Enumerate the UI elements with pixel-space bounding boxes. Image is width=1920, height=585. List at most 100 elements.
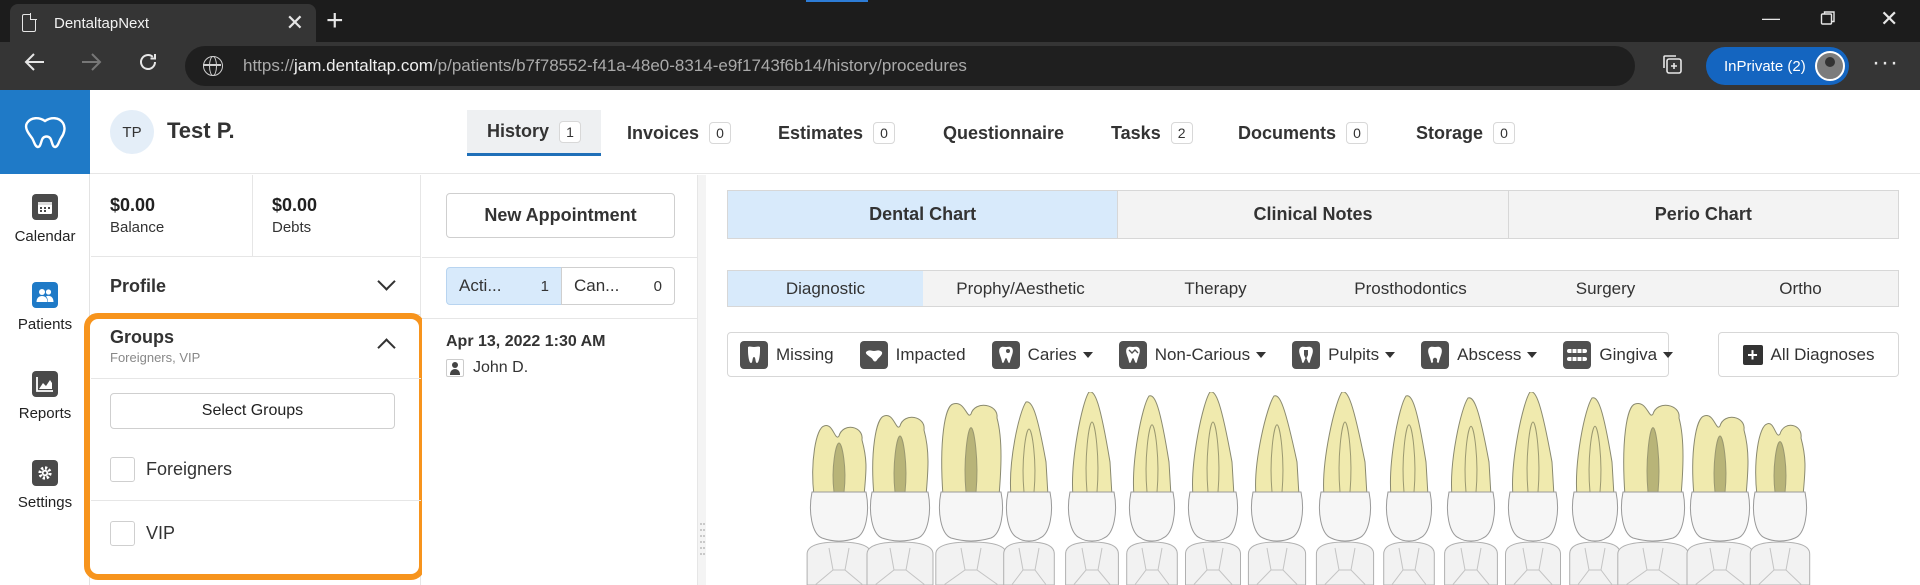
tooth[interactable] bbox=[1126, 395, 1178, 585]
all-diagnoses-button[interactable]: + All Diagnoses bbox=[1718, 332, 1899, 377]
tab-estimates[interactable]: Estimates 0 bbox=[778, 110, 896, 156]
diagnosis-abscess[interactable]: Abscess bbox=[1421, 340, 1538, 369]
new-appointment-button[interactable]: New Appointment bbox=[446, 193, 675, 238]
tab-diagnostic[interactable]: Diagnostic bbox=[728, 271, 923, 306]
tab-prophy-aesthetic[interactable]: Prophy/Aesthetic bbox=[923, 271, 1118, 306]
inprivate-button[interactable]: InPrivate (2) bbox=[1706, 47, 1849, 85]
tooth-occlusal bbox=[1185, 541, 1241, 585]
nav-reports[interactable]: Reports bbox=[0, 371, 90, 422]
tooth-occlusal bbox=[1749, 541, 1811, 585]
tab-ortho[interactable]: Ortho bbox=[1703, 271, 1898, 306]
tab-prosthodontics[interactable]: Prosthodontics bbox=[1313, 271, 1508, 306]
tooth-occlusal bbox=[1617, 541, 1689, 585]
appointment-date[interactable]: Apr 13, 2022 1:30 AM bbox=[446, 333, 605, 351]
page-icon bbox=[22, 13, 37, 32]
tooth[interactable] bbox=[935, 403, 1007, 585]
diagnosis-gingiva[interactable]: Gingiva bbox=[1563, 340, 1674, 369]
tab-questionnaire[interactable]: Questionnaire bbox=[943, 110, 1064, 156]
select-groups-button[interactable]: Select Groups bbox=[110, 393, 395, 429]
filter-canceled[interactable]: Can... 0 bbox=[561, 267, 675, 305]
browser-tab[interactable]: DentaltapNext ✕ bbox=[10, 4, 316, 42]
caret-down-icon bbox=[1663, 351, 1674, 358]
tooth[interactable] bbox=[1569, 397, 1621, 585]
tab-documents-count: 0 bbox=[1346, 122, 1369, 144]
settings-icon bbox=[32, 460, 58, 486]
group-row-foreigners[interactable]: Foreigners bbox=[91, 439, 421, 501]
tooth-occlusal bbox=[1505, 541, 1561, 585]
tooth[interactable] bbox=[1003, 401, 1055, 585]
diagnosis-caries[interactable]: Caries bbox=[991, 340, 1093, 369]
tab-tasks[interactable]: Tasks 2 bbox=[1111, 110, 1193, 156]
tab-clinical-notes[interactable]: Clinical Notes bbox=[1118, 191, 1509, 238]
calendar-icon bbox=[32, 194, 58, 220]
group-label: Foreigners bbox=[146, 459, 233, 479]
balance-amount: $0.00 bbox=[110, 195, 156, 215]
tooth-root bbox=[1133, 395, 1172, 497]
nav-settings[interactable]: Settings bbox=[0, 460, 90, 511]
tooth[interactable] bbox=[1185, 392, 1241, 585]
tooth-crown bbox=[1620, 491, 1686, 542]
tab-history[interactable]: History 1 bbox=[467, 110, 602, 156]
diagnoses-toolbar: Missing Impacted Caries Non-Carious Pulp… bbox=[727, 332, 1674, 377]
filter-active[interactable]: Acti... 1 bbox=[446, 267, 562, 305]
tab-dental-chart[interactable]: Dental Chart bbox=[728, 191, 1119, 238]
diagnosis-missing[interactable]: Missing bbox=[740, 340, 834, 369]
collections-icon[interactable] bbox=[1660, 52, 1684, 84]
profile-section-toggle[interactable]: Profile bbox=[91, 257, 421, 315]
tooth-crown bbox=[938, 491, 1004, 542]
forward-icon[interactable] bbox=[80, 51, 102, 81]
address-bar[interactable]: https://jam.dentaltap.com/p/patients/b7f… bbox=[185, 46, 1635, 86]
appointment-patient[interactable]: John D. bbox=[446, 359, 528, 377]
tab-history-label: History bbox=[487, 121, 550, 141]
tab-tasks-label: Tasks bbox=[1111, 122, 1161, 143]
tooth[interactable] bbox=[1247, 395, 1307, 585]
app-logo[interactable] bbox=[0, 90, 90, 174]
close-window-icon[interactable]: ✕ bbox=[1880, 6, 1898, 32]
tab-perio-chart[interactable]: Perio Chart bbox=[1508, 191, 1898, 238]
tooth[interactable] bbox=[1315, 392, 1375, 585]
tab-therapy[interactable]: Therapy bbox=[1118, 271, 1313, 306]
appointments-panel: New Appointment Acti... 1 Can... 0 Apr 1… bbox=[422, 175, 698, 585]
tooth[interactable] bbox=[1444, 397, 1498, 585]
diagnosis-non-carious[interactable]: Non-Carious bbox=[1118, 340, 1267, 369]
diagnosis-pulpits[interactable]: Pulpits bbox=[1292, 340, 1396, 369]
tab-surgery[interactable]: Surgery bbox=[1508, 271, 1703, 306]
site-info-icon[interactable] bbox=[203, 56, 223, 76]
tooth-occlusal bbox=[806, 541, 872, 585]
groups-section-toggle[interactable]: Groups Foreigners, VIP bbox=[91, 327, 421, 379]
vip-checkbox[interactable] bbox=[110, 520, 135, 546]
tooth[interactable] bbox=[1749, 423, 1811, 585]
new-tab-button[interactable]: + bbox=[326, 6, 344, 36]
tooth[interactable] bbox=[1383, 395, 1435, 585]
foreigners-checkbox[interactable] bbox=[110, 457, 135, 482]
filter-active-count: 1 bbox=[540, 277, 549, 295]
tooth[interactable] bbox=[1617, 403, 1689, 585]
group-row-vip[interactable]: VIP bbox=[91, 502, 421, 564]
tooth-root bbox=[1192, 392, 1235, 497]
diagnosis-impacted[interactable]: Impacted bbox=[859, 340, 966, 369]
patient-summary: $0.00 Balance $0.00 Debts Profile Groups… bbox=[84, 175, 425, 585]
tooth-occlusal bbox=[866, 541, 934, 585]
minimize-icon[interactable]: ― bbox=[1762, 8, 1780, 29]
tooth[interactable] bbox=[1505, 392, 1561, 585]
tab-close-icon[interactable]: ✕ bbox=[286, 12, 304, 34]
tooth-crown bbox=[1689, 491, 1751, 542]
back-icon[interactable] bbox=[24, 51, 46, 81]
tooth-root bbox=[1010, 401, 1049, 497]
nav-patients[interactable]: Patients bbox=[0, 282, 90, 333]
more-options-icon[interactable]: ··· bbox=[1872, 48, 1899, 78]
tab-storage[interactable]: Storage 0 bbox=[1416, 110, 1516, 156]
caret-down-icon bbox=[1527, 351, 1538, 358]
tooth[interactable] bbox=[866, 415, 934, 585]
tooth[interactable] bbox=[1686, 415, 1754, 585]
tab-documents[interactable]: Documents 0 bbox=[1238, 110, 1369, 156]
dental-chart-teeth[interactable] bbox=[800, 392, 1820, 585]
tooth[interactable] bbox=[1065, 392, 1119, 585]
refresh-icon[interactable] bbox=[137, 51, 159, 81]
nav-calendar[interactable]: Calendar bbox=[0, 194, 90, 245]
tab-invoices[interactable]: Invoices 0 bbox=[627, 110, 732, 156]
restore-icon[interactable] bbox=[1820, 10, 1836, 31]
tooth[interactable] bbox=[806, 425, 872, 585]
panel-resizer[interactable] bbox=[698, 175, 706, 585]
non-carious-icon bbox=[1118, 340, 1147, 369]
